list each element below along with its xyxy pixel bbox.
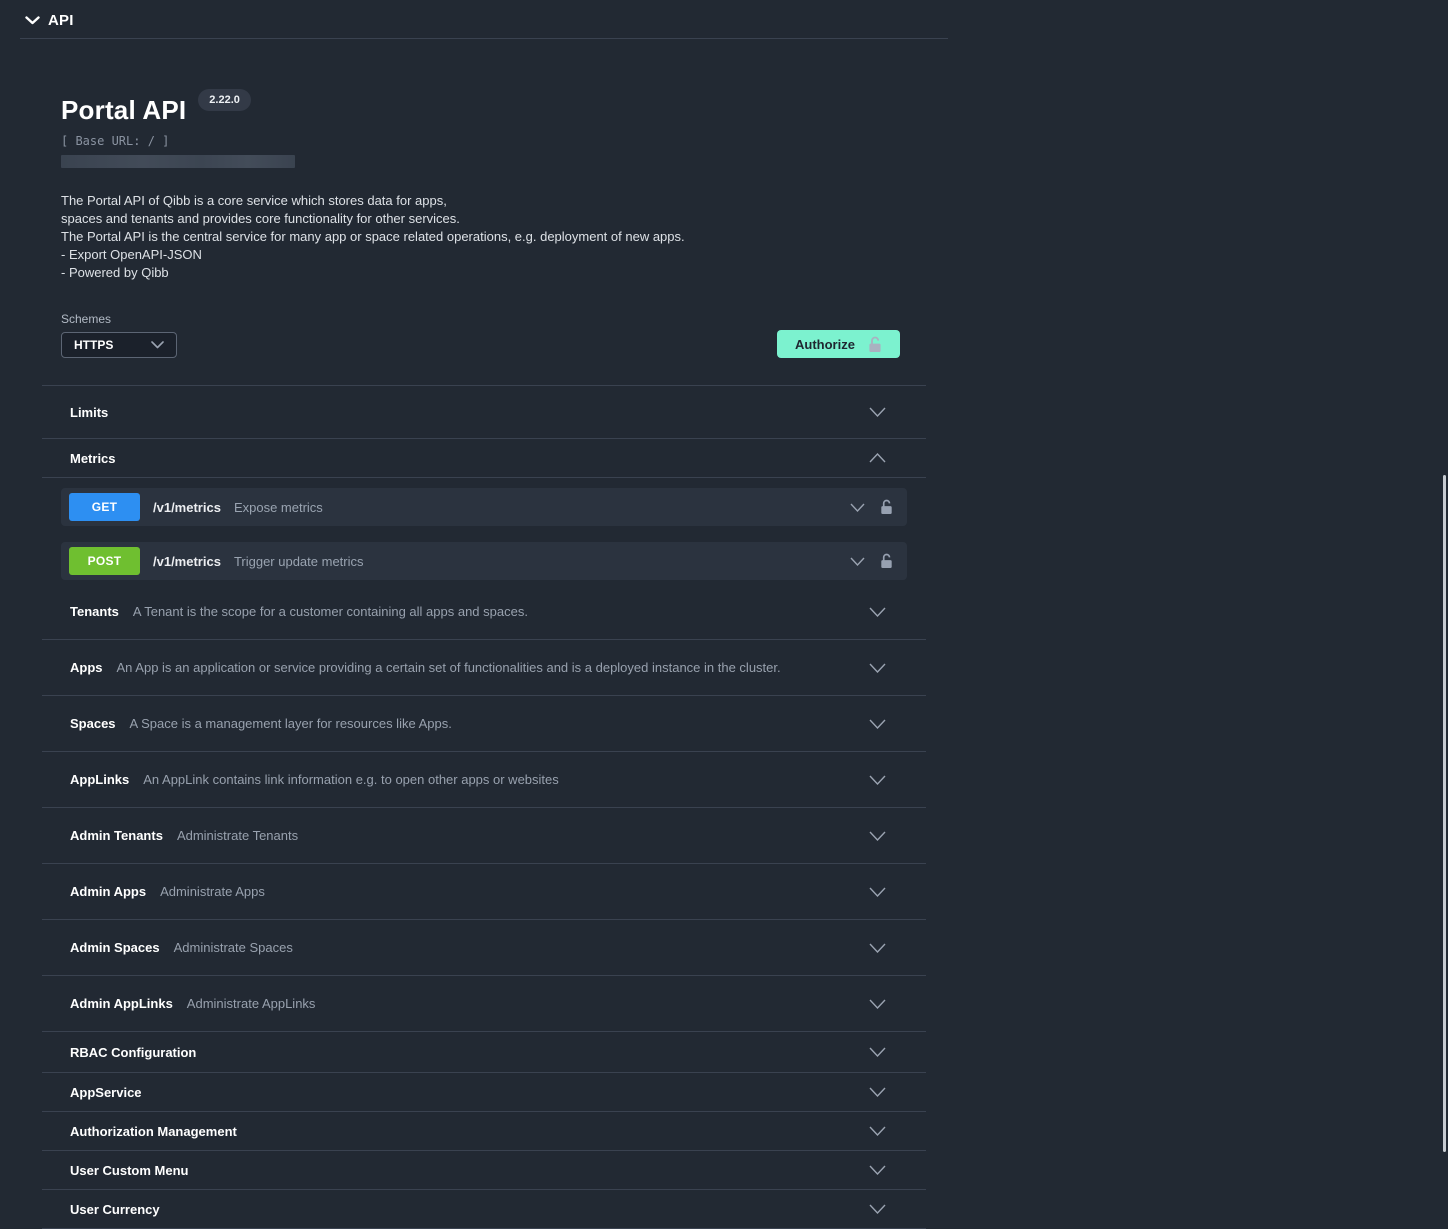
tag-description: A Tenant is the scope for a customer con… [133, 604, 528, 619]
tag-row-admin-apps[interactable]: Admin Apps Administrate Apps [42, 864, 926, 920]
page-title: Portal API [61, 95, 186, 125]
tag-description: A Space is a management layer for resour… [130, 716, 452, 731]
operation-summary: Expose metrics [234, 500, 323, 515]
method-badge-post: POST [69, 547, 140, 575]
tag-name: Limits [70, 405, 108, 420]
operation-get-v1-metrics[interactable]: GET /v1/metrics Expose metrics [61, 488, 907, 526]
chevron-down-icon[interactable] [869, 1047, 886, 1057]
tag-row-apps[interactable]: Apps An App is an application or service… [42, 640, 926, 696]
tag-row-limits[interactable]: Limits [42, 386, 926, 439]
tag-description: An AppLink contains link information e.g… [143, 772, 559, 787]
tag-row-admin-applinks[interactable]: Admin AppLinks Administrate AppLinks [42, 976, 926, 1032]
tag-name: Admin Spaces [70, 940, 160, 955]
tag-name: Apps [70, 660, 103, 675]
chevron-down-icon[interactable] [869, 607, 886, 617]
tag-name: AppLinks [70, 772, 129, 787]
chevron-down-icon[interactable] [869, 943, 886, 953]
version-badge: 2.22.0 [198, 89, 251, 111]
tag-row-admin-spaces[interactable]: Admin Spaces Administrate Spaces [42, 920, 926, 976]
operation-path: /v1/metrics [153, 554, 221, 569]
api-description: The Portal API of Qibb is a core service… [61, 192, 926, 282]
tag-row-user-custom-menu[interactable]: User Custom Menu [42, 1151, 926, 1190]
schemes-group: Schemes HTTPS [61, 312, 177, 358]
operation-summary: Trigger update metrics [234, 554, 364, 569]
chevron-down-icon[interactable] [869, 887, 886, 897]
chevron-down-icon[interactable] [869, 1126, 886, 1136]
tag-name: Admin Apps [70, 884, 146, 899]
chevron-down-icon[interactable] [869, 1165, 886, 1175]
description-line: - Powered by Qibb [61, 264, 926, 282]
tag-description: Administrate Apps [160, 884, 265, 899]
chevron-down-icon[interactable] [869, 775, 886, 785]
tag-row-authorization-management[interactable]: Authorization Management [42, 1112, 926, 1151]
tag-row-tenants[interactable]: Tenants A Tenant is the scope for a cust… [42, 584, 926, 640]
chevron-down-icon[interactable] [869, 1087, 886, 1097]
chevron-down-icon [151, 341, 164, 349]
swagger-api-page: API Portal API 2.22.0 [ Base URL: / ] Th… [0, 0, 1448, 1218]
tag-name: Metrics [70, 451, 116, 466]
operation-post-v1-metrics[interactable]: POST /v1/metrics Trigger update metrics [61, 542, 907, 580]
tag-row-metrics[interactable]: Metrics [42, 439, 926, 478]
unlock-icon[interactable] [880, 499, 893, 515]
chevron-down-icon[interactable] [869, 407, 886, 417]
scheme-select[interactable]: HTTPS [61, 332, 177, 358]
api-info: Portal API 2.22.0 [ Base URL: / ] The Po… [42, 39, 926, 282]
redacted-link-bar [61, 155, 295, 168]
tag-row-appservice[interactable]: AppService [42, 1073, 926, 1112]
tag-name: Admin AppLinks [70, 996, 173, 1011]
api-section-toggle[interactable]: API [20, 0, 948, 39]
tag-name: User Custom Menu [70, 1163, 188, 1178]
schemes-label: Schemes [61, 312, 177, 326]
method-badge-get: GET [69, 493, 140, 521]
tag-description: An App is an application or service prov… [117, 660, 781, 675]
authorize-label: Authorize [795, 337, 855, 352]
chevron-down-icon[interactable] [850, 557, 865, 566]
scheme-auth-row: Schemes HTTPS Authorize [42, 312, 926, 358]
description-line: The Portal API is the central service fo… [61, 228, 926, 246]
unlock-icon [868, 336, 882, 353]
tag-name: Tenants [70, 604, 119, 619]
tag-row-applinks[interactable]: AppLinks An AppLink contains link inform… [42, 752, 926, 808]
scheme-selected-value: HTTPS [74, 338, 113, 352]
tag-description: Administrate Tenants [177, 828, 298, 843]
chevron-down-icon[interactable] [869, 1204, 886, 1214]
description-line: spaces and tenants and provides core fun… [61, 210, 926, 228]
chevron-down-icon[interactable] [869, 831, 886, 841]
tag-name: Authorization Management [70, 1124, 237, 1139]
tag-description: Administrate AppLinks [187, 996, 316, 1011]
tag-name: User Currency [70, 1202, 160, 1217]
api-section-label: API [48, 12, 74, 29]
chevron-down-icon[interactable] [850, 503, 865, 512]
tag-name: Spaces [70, 716, 116, 731]
description-line: - Export OpenAPI-JSON [61, 246, 926, 264]
tag-name: AppService [70, 1085, 142, 1100]
base-url: [ Base URL: / ] [61, 134, 926, 148]
tag-row-admin-tenants[interactable]: Admin Tenants Administrate Tenants [42, 808, 926, 864]
unlock-icon[interactable] [880, 553, 893, 569]
tag-name: RBAC Configuration [70, 1045, 196, 1060]
tag-description: Administrate Spaces [174, 940, 293, 955]
tag-sections: Limits Metrics GET /v1/metrics Expose me… [42, 386, 926, 1229]
chevron-down-icon[interactable] [869, 663, 886, 673]
chevron-down-icon [25, 16, 40, 25]
vertical-scrollbar[interactable] [1443, 475, 1446, 1152]
description-line: The Portal API of Qibb is a core service… [61, 192, 926, 210]
api-content: Portal API 2.22.0 [ Base URL: / ] The Po… [42, 39, 926, 1229]
chevron-up-icon[interactable] [869, 453, 886, 463]
chevron-down-icon[interactable] [869, 719, 886, 729]
tag-row-spaces[interactable]: Spaces A Space is a management layer for… [42, 696, 926, 752]
tag-row-user-currency[interactable]: User Currency [42, 1190, 926, 1229]
authorize-button[interactable]: Authorize [777, 330, 900, 358]
tag-name: Admin Tenants [70, 828, 163, 843]
chevron-down-icon[interactable] [869, 999, 886, 1009]
tag-row-rbac-configuration[interactable]: RBAC Configuration [42, 1032, 926, 1073]
operation-path: /v1/metrics [153, 500, 221, 515]
